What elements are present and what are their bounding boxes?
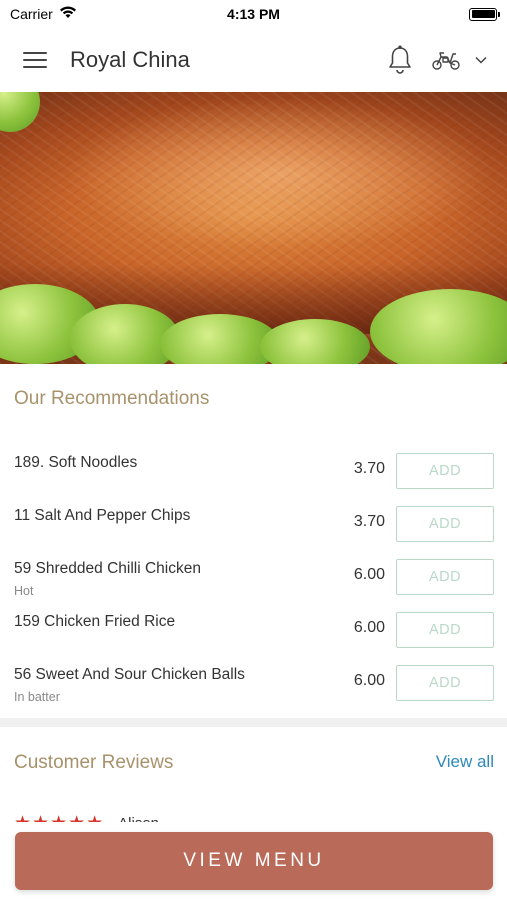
item-name: 56 Sweet And Sour Chicken Balls [14, 666, 245, 683]
list-item: 189. Soft Noodles 3.70 ADD [0, 444, 507, 497]
item-price: 3.70 [353, 513, 385, 530]
item-description: Hot [14, 584, 34, 598]
delivery-scooter-icon[interactable] [431, 48, 487, 72]
status-bar: Carrier 4:13 PM [0, 0, 507, 28]
app-header: Royal China [0, 28, 507, 92]
list-item: 56 Sweet And Sour Chicken Balls In batte… [0, 656, 507, 709]
list-item: 11 Salt And Pepper Chips 3.70 ADD [0, 497, 507, 550]
hamburger-menu-button[interactable] [20, 48, 50, 72]
header-actions [387, 45, 487, 75]
chevron-down-icon[interactable] [475, 51, 487, 69]
item-name: 59 Shredded Chilli Chicken [14, 560, 201, 577]
bell-icon[interactable] [387, 45, 413, 75]
add-button[interactable]: ADD [396, 612, 494, 648]
restaurant-title: Royal China [70, 47, 190, 72]
bottom-bar: VIEW MENU [0, 822, 507, 900]
list-item: 59 Shredded Chilli Chicken Hot 6.00 ADD [0, 550, 507, 603]
add-button[interactable]: ADD [396, 665, 494, 701]
item-price: 6.00 [353, 619, 385, 636]
item-price: 3.70 [353, 460, 385, 477]
view-menu-button[interactable]: VIEW MENU [15, 832, 493, 890]
hero-image-roast-duck [0, 92, 507, 364]
wifi-icon [59, 6, 77, 22]
view-all-reviews-link[interactable]: View all [436, 752, 494, 772]
section-divider [0, 718, 507, 727]
add-button[interactable]: ADD [396, 506, 494, 542]
recommendations-list: 189. Soft Noodles 3.70 ADD 11 Salt And P… [0, 444, 507, 709]
battery-icon [469, 7, 500, 21]
status-left: Carrier [10, 6, 77, 22]
recommendations-title: Our Recommendations [14, 388, 210, 409]
item-price: 6.00 [353, 566, 385, 583]
add-button[interactable]: ADD [396, 559, 494, 595]
item-price: 6.00 [353, 672, 385, 689]
item-name: 11 Salt And Pepper Chips [14, 507, 191, 524]
item-description: In batter [14, 690, 60, 704]
add-button[interactable]: ADD [396, 453, 494, 489]
carrier-label: Carrier [10, 6, 53, 22]
item-name: 159 Chicken Fried Rice [14, 613, 176, 630]
item-name: 189. Soft Noodles [14, 454, 138, 471]
list-item: 159 Chicken Fried Rice 6.00 ADD [0, 603, 507, 656]
reviews-title: Customer Reviews [14, 752, 174, 773]
